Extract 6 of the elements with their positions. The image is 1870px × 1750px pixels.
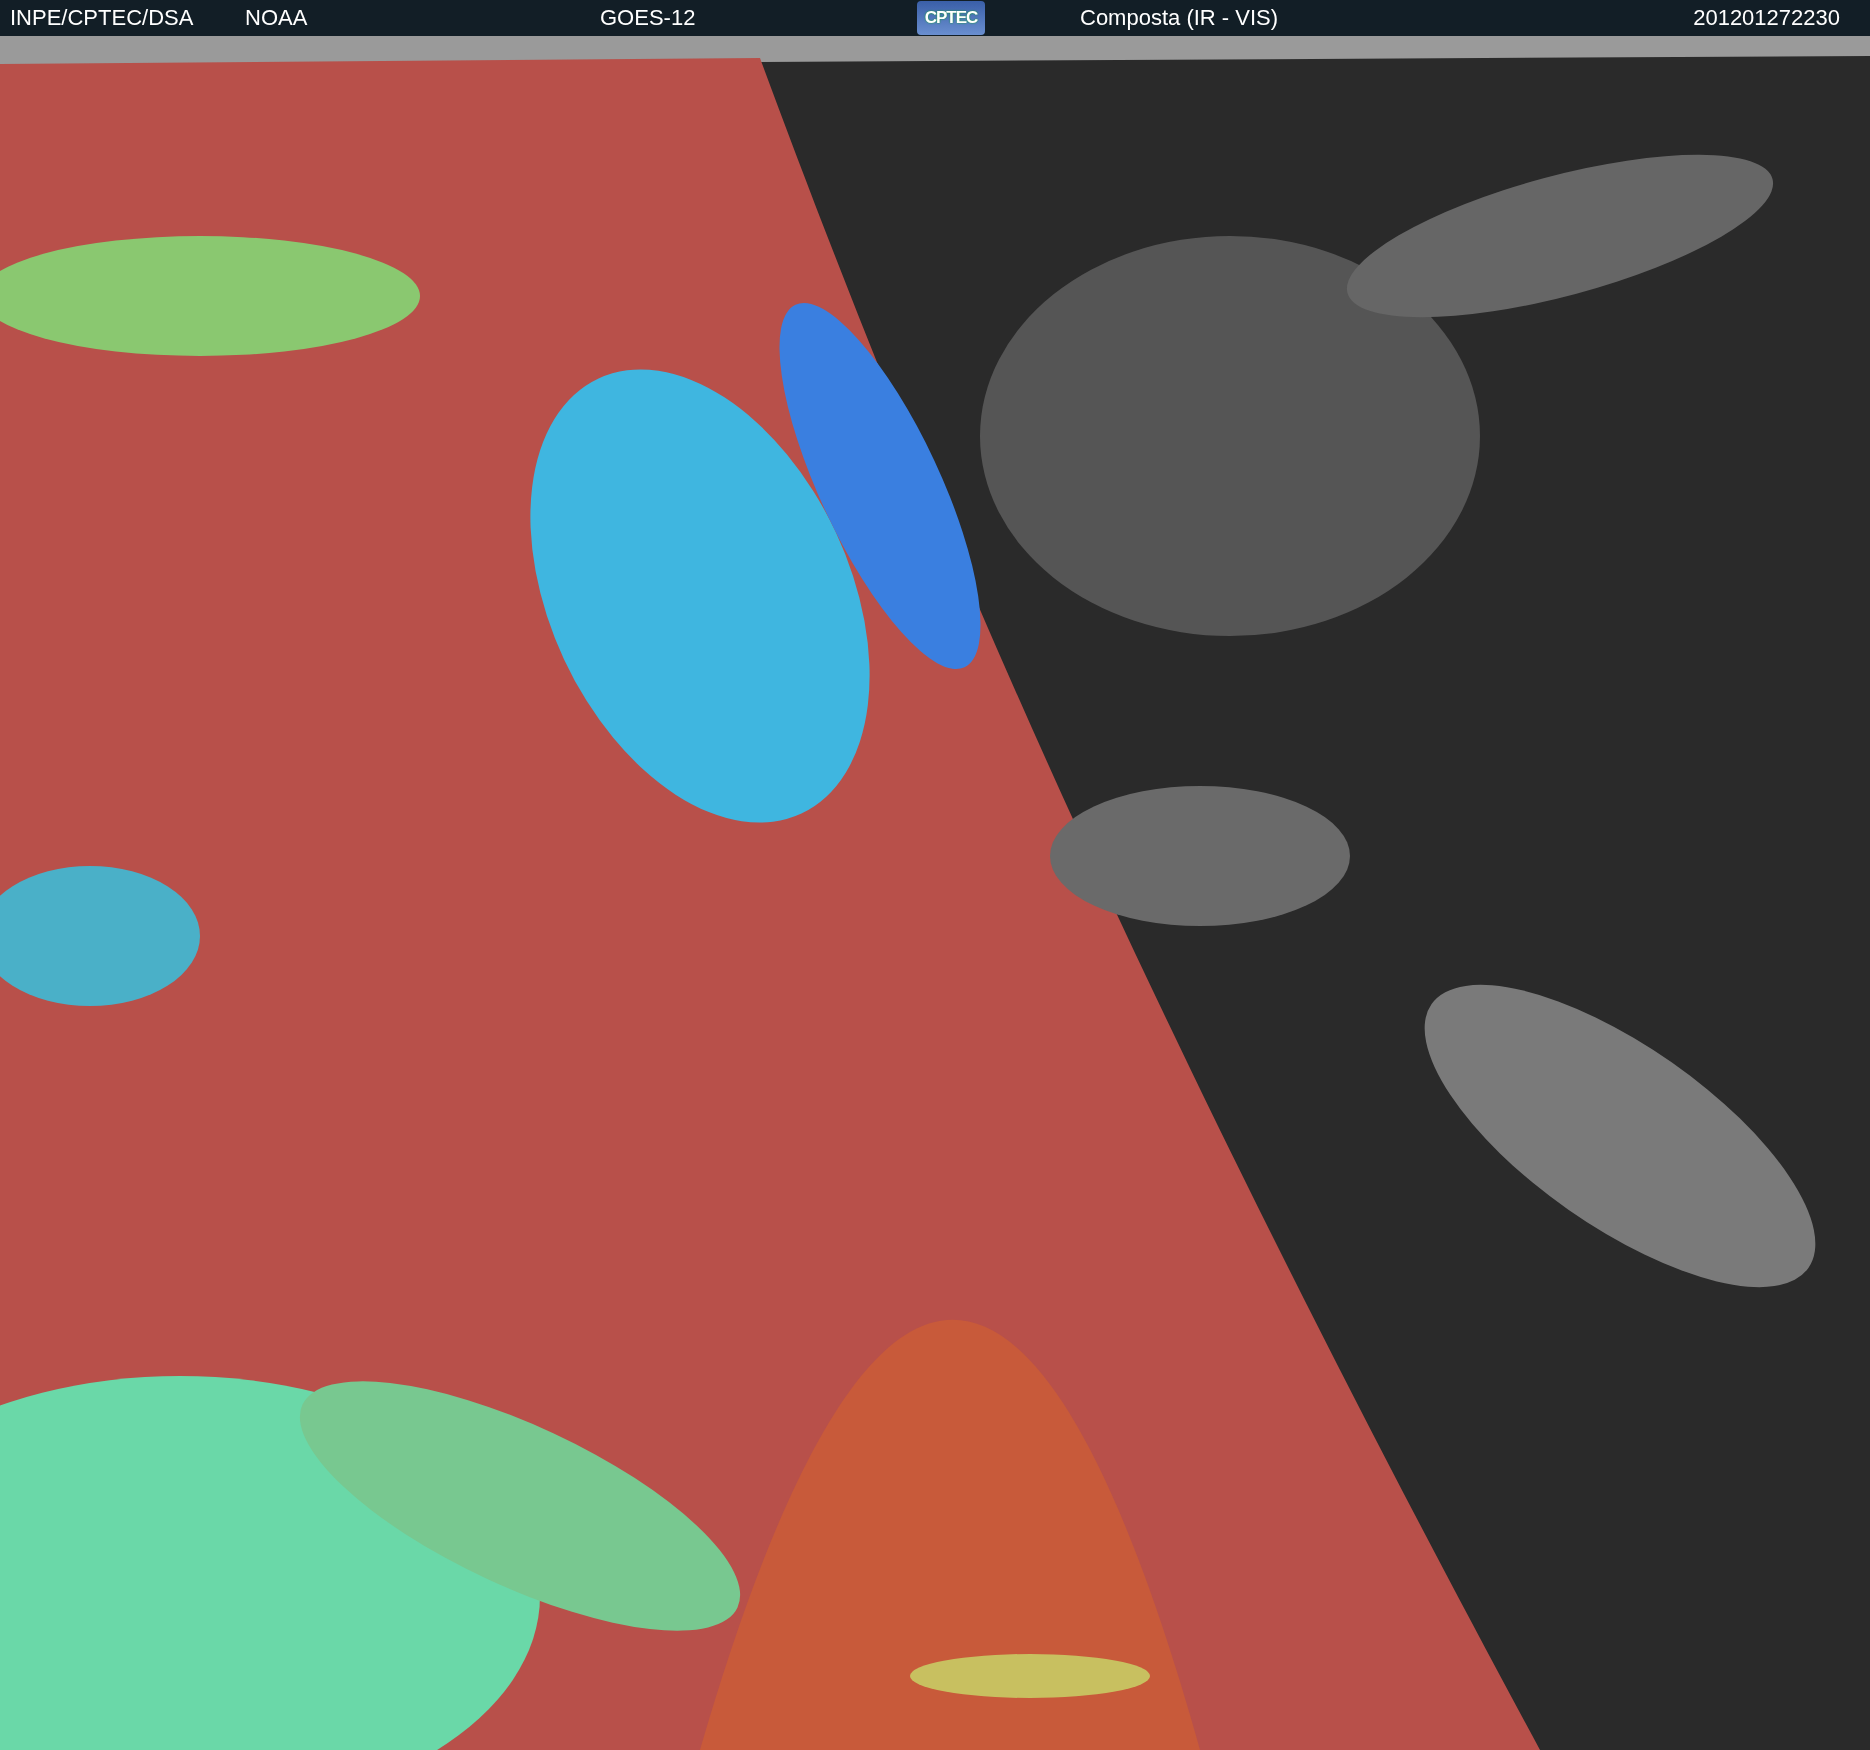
logo: CPTEC — [917, 1, 985, 35]
source-label: INPE/CPTEC/DSA — [10, 5, 195, 31]
product-label: Composta (IR - VIS) — [1080, 5, 1279, 31]
timestamp-label: 201201272230 — [1693, 5, 1840, 31]
satellite-label: GOES-12 — [600, 5, 697, 31]
agency-label: NOAA — [245, 5, 309, 31]
